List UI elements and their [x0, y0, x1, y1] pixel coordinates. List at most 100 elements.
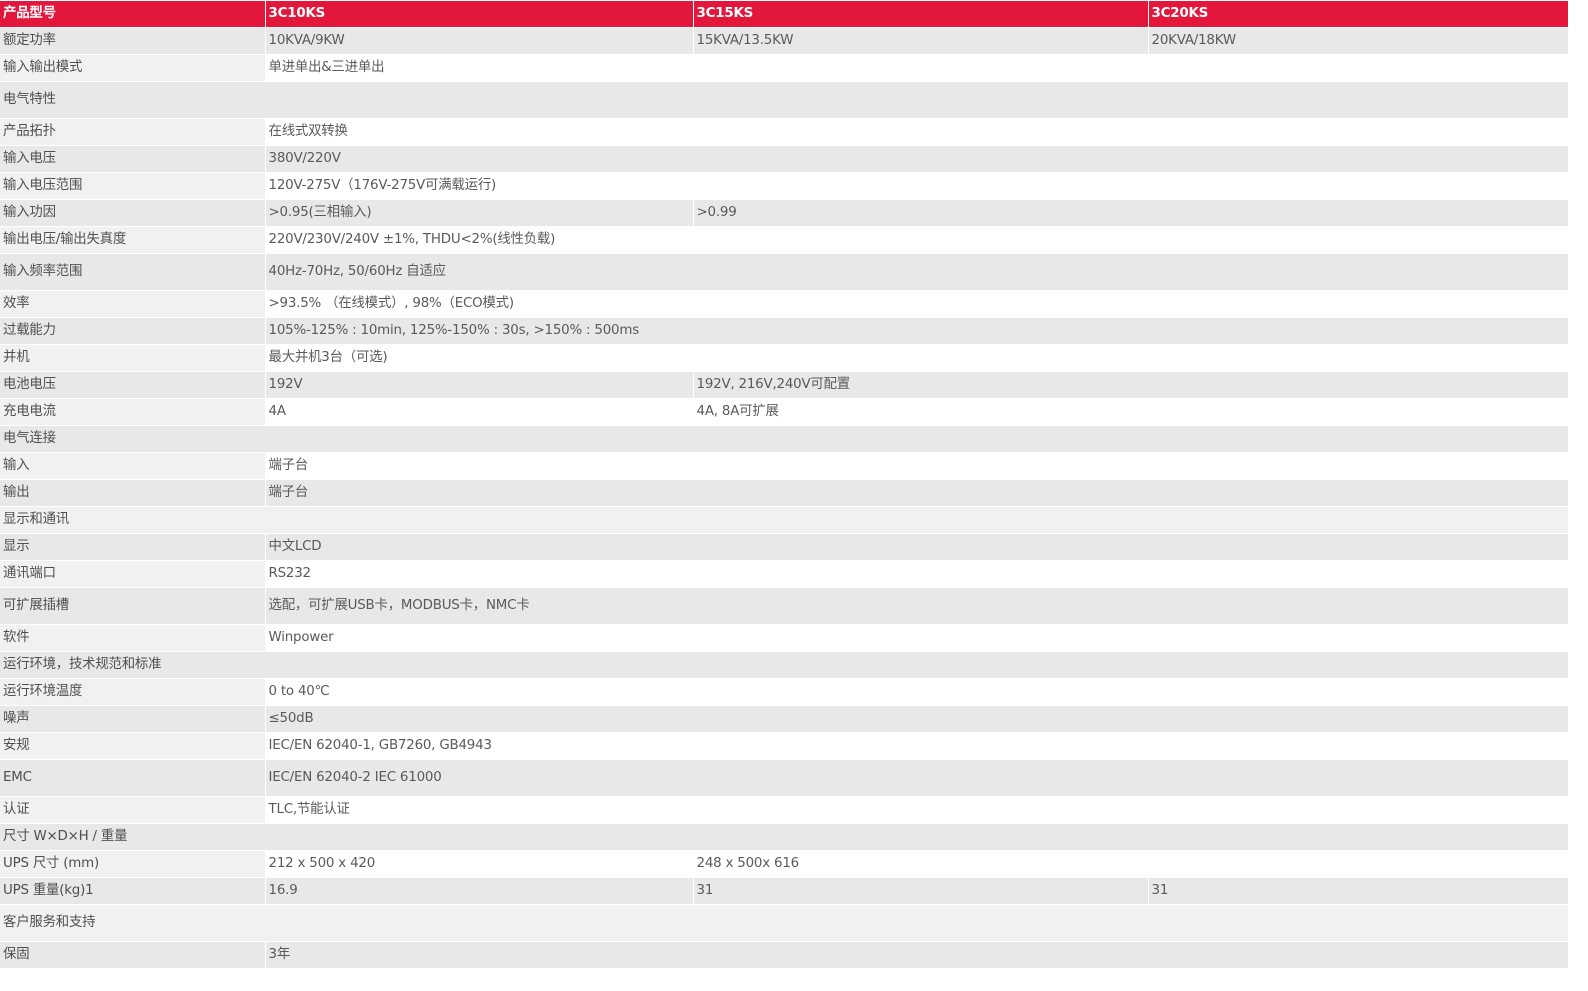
- spec-value: 中文LCD: [265, 533, 1569, 561]
- header-cell-3c15ks: 3C15KS: [693, 1, 1149, 28]
- table-row: 效率 >93.5% （在线模式）, 98%（ECO模式): [0, 290, 1569, 318]
- table-row: 软件 Winpower: [0, 624, 1569, 652]
- spec-value: 15KVA/13.5KW: [693, 27, 1149, 55]
- spec-value: ≤50dB: [265, 705, 1569, 733]
- table-row: 输入功因 >0.95(三相输入) >0.99: [0, 199, 1569, 227]
- spec-label: 电气特性: [0, 81, 1569, 119]
- spec-value: 105%-125% : 10min, 125%-150% : 30s, >150…: [265, 317, 1569, 345]
- spec-value: 3年: [265, 941, 1569, 969]
- table-row: 并机 最大并机3台（可选): [0, 344, 1569, 372]
- spec-value: 端子台: [265, 479, 1569, 507]
- spec-label: 输出: [0, 479, 266, 507]
- table-row: 输出 端子台: [0, 479, 1569, 507]
- spec-value: 最大并机3台（可选): [265, 344, 1569, 372]
- spec-value: 16.9: [265, 877, 694, 905]
- spec-value: 248 x 500x 616: [693, 850, 1569, 878]
- spec-value: 4A, 8A可扩展: [693, 398, 1569, 426]
- spec-label: 并机: [0, 344, 266, 372]
- spec-label: 显示: [0, 533, 266, 561]
- header-cell-model-label: 产品型号: [0, 1, 266, 28]
- spec-value: 212 x 500 x 420: [265, 850, 694, 878]
- table-row: 充电电流 4A 4A, 8A可扩展: [0, 398, 1569, 426]
- table-row: EMC IEC/EN 62040-2 IEC 61000: [0, 759, 1569, 797]
- spec-label: 输出电压/输出失真度: [0, 226, 266, 254]
- spec-value: Winpower: [265, 624, 1569, 652]
- spec-value: 380V/220V: [265, 145, 1569, 173]
- table-row: 电气连接: [0, 425, 1569, 453]
- spec-label: 过载能力: [0, 317, 266, 345]
- spec-value: 0 to 40℃: [265, 678, 1569, 706]
- table-row: 通讯端口 RS232: [0, 560, 1569, 588]
- spec-label: 软件: [0, 624, 266, 652]
- table-row: 客户服务和支持: [0, 904, 1569, 942]
- spec-label: UPS 尺寸 (mm): [0, 850, 266, 878]
- spec-label: 输入功因: [0, 199, 266, 227]
- spec-label: 通讯端口: [0, 560, 266, 588]
- table-row: 运行环境，技术规范和标准: [0, 651, 1569, 679]
- table-row: 噪声 ≤50dB: [0, 705, 1569, 733]
- spec-label: 认证: [0, 796, 266, 824]
- table-row: 输入输出模式 单进单出&三进单出: [0, 54, 1569, 82]
- spec-label: 电气连接: [0, 425, 1569, 453]
- table-row: 电气特性: [0, 81, 1569, 119]
- spec-value: 4A: [265, 398, 694, 426]
- spec-value: 10KVA/9KW: [265, 27, 694, 55]
- spec-label: 运行环境，技术规范和标准: [0, 651, 1569, 679]
- spec-label: 输入输出模式: [0, 54, 266, 82]
- spec-value: >0.99: [693, 199, 1569, 227]
- spec-label: 显示和通讯: [0, 506, 1569, 534]
- spec-label: 安规: [0, 732, 266, 760]
- spec-label: 输入: [0, 452, 266, 480]
- spec-value: 220V/230V/240V ±1%, THDU<2%(线性负载): [265, 226, 1569, 254]
- spec-label: 噪声: [0, 705, 266, 733]
- spec-label: 电池电压: [0, 371, 266, 399]
- header-cell-3c10ks: 3C10KS: [265, 1, 694, 28]
- spec-label: 产品拓扑: [0, 118, 266, 146]
- table-row: 尺寸 W×D×H / 重量: [0, 823, 1569, 851]
- spec-value: 端子台: [265, 452, 1569, 480]
- table-row: 输入频率范围 40Hz-70Hz, 50/60Hz 自适应: [0, 253, 1569, 291]
- table-row: 输入电压 380V/220V: [0, 145, 1569, 173]
- spec-label: 输入频率范围: [0, 253, 266, 291]
- spec-value: 31: [1148, 877, 1569, 905]
- table-row: 输出电压/输出失真度 220V/230V/240V ±1%, THDU<2%(线性…: [0, 226, 1569, 254]
- table-row: 产品拓扑 在线式双转换: [0, 118, 1569, 146]
- spec-value: 40Hz-70Hz, 50/60Hz 自适应: [265, 253, 1569, 291]
- spec-value: TLC,节能认证: [265, 796, 1569, 824]
- spec-label: 保固: [0, 941, 266, 969]
- spec-label: 输入电压范围: [0, 172, 266, 200]
- table-row: 可扩展插槽 选配，可扩展USB卡，MODBUS卡，NMC卡: [0, 587, 1569, 625]
- spec-value: 120V-275V（176V-275V可满载运行): [265, 172, 1569, 200]
- product-spec-table: 产品型号 3C10KS 3C15KS 3C20KS 额定功率 10KVA/9KW 1…: [0, 1, 1569, 969]
- spec-value: >0.95(三相输入): [265, 199, 694, 227]
- table-row: 保固 3年: [0, 941, 1569, 969]
- table-row: 认证 TLC,节能认证: [0, 796, 1569, 824]
- spec-value: 单进单出&三进单出: [265, 54, 1569, 82]
- spec-label: 运行环境温度: [0, 678, 266, 706]
- spec-value: >93.5% （在线模式）, 98%（ECO模式): [265, 290, 1569, 318]
- table-row: 输入电压范围 120V-275V（176V-275V可满载运行): [0, 172, 1569, 200]
- table-row: 过载能力 105%-125% : 10min, 125%-150% : 30s, …: [0, 317, 1569, 345]
- spec-value: 192V, 216V,240V可配置: [693, 371, 1569, 399]
- header-cell-3c20ks: 3C20KS: [1148, 1, 1569, 28]
- table-row: 显示 中文LCD: [0, 533, 1569, 561]
- table-row: 电池电压 192V 192V, 216V,240V可配置: [0, 371, 1569, 399]
- spec-value: RS232: [265, 560, 1569, 588]
- spec-label: UPS 重量(kg)1: [0, 877, 266, 905]
- spec-label: 额定功率: [0, 27, 266, 55]
- spec-label: 可扩展插槽: [0, 587, 266, 625]
- spec-label: 输入电压: [0, 145, 266, 173]
- spec-label: 尺寸 W×D×H / 重量: [0, 823, 1569, 851]
- spec-value: 192V: [265, 371, 694, 399]
- spec-value: 31: [693, 877, 1149, 905]
- spec-value: IEC/EN 62040-2 IEC 61000: [265, 759, 1569, 797]
- spec-label: 客户服务和支持: [0, 904, 1569, 942]
- table-row: 显示和通讯: [0, 506, 1569, 534]
- table-row: 运行环境温度 0 to 40℃: [0, 678, 1569, 706]
- spec-value: IEC/EN 62040-1, GB7260, GB4943: [265, 732, 1569, 760]
- spec-label: 效率: [0, 290, 266, 318]
- spec-label: EMC: [0, 759, 266, 797]
- table-row: 输入 端子台: [0, 452, 1569, 480]
- table-row: 安规 IEC/EN 62040-1, GB7260, GB4943: [0, 732, 1569, 760]
- spec-value: 选配，可扩展USB卡，MODBUS卡，NMC卡: [265, 587, 1569, 625]
